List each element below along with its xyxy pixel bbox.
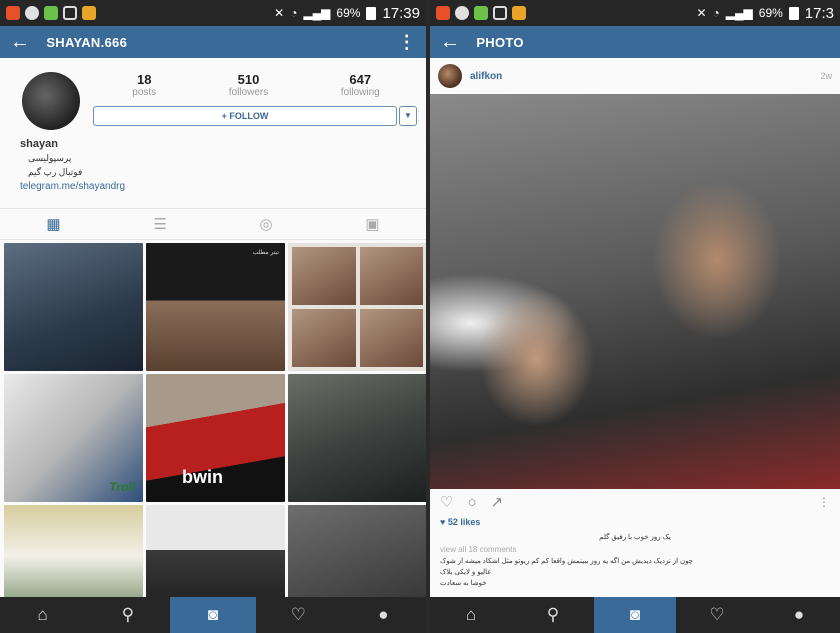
tagged-photos-icon[interactable]: ▣ — [365, 215, 379, 233]
stat-label: posts — [132, 87, 157, 98]
grid-photo[interactable] — [288, 243, 426, 371]
post-photo[interactable] — [430, 94, 840, 489]
stat-followers[interactable]: 510 followers — [229, 72, 268, 98]
nav-home-icon[interactable]: ⌂ — [0, 597, 85, 633]
post-timestamp: 2w — [820, 71, 832, 81]
share-icon[interactable]: ↗ — [491, 493, 504, 511]
grid-view-icon[interactable]: ▦ — [46, 215, 60, 233]
profile-username-title: SHAYAN.666 — [46, 34, 128, 50]
view-all-comments-link[interactable]: view all 18 comments — [430, 545, 840, 554]
signal-icon: ▂▄▆ — [725, 6, 753, 20]
stat-posts[interactable]: 18 posts — [132, 72, 156, 98]
grid-photo-overlay-text: تیتر مطلب — [252, 250, 279, 256]
location-icon[interactable]: ◎ — [260, 215, 273, 233]
bio-line: پرسپولیسی — [28, 153, 72, 163]
shop-icon — [82, 6, 96, 20]
signal-icon: ▂▄▆ — [303, 6, 331, 20]
likes-count[interactable]: ♥ 52 likes — [430, 517, 840, 527]
list-view-icon[interactable]: ☰ — [153, 215, 166, 233]
grid-photo[interactable]: bwin — [146, 374, 285, 502]
post-author-avatar[interactable] — [438, 64, 462, 88]
profile-stats: 18 posts 510 followers 647 following — [96, 72, 416, 98]
mute-icon: ✕ — [274, 6, 285, 20]
nav-camera-icon[interactable]: ◙ — [170, 597, 256, 633]
battery-icon — [366, 6, 377, 20]
grid-photo-overlay-text: bwin — [182, 467, 223, 487]
stat-value: 510 — [237, 72, 260, 87]
like-icon[interactable]: ♡ — [440, 493, 453, 511]
status-bar: ✕ ◔ ▂▄▆ 69% 17:39 — [0, 0, 426, 26]
mute-icon: ✕ — [696, 6, 707, 20]
back-arrow-icon[interactable]: ← — [440, 32, 460, 52]
overflow-menu-icon[interactable]: ⋮ — [398, 32, 416, 53]
photo-grid: تیتر مطلب Troll bwin — [0, 240, 426, 633]
comment: چون از نزدیک دیدیش من اگه یه روز ببینمش … — [440, 558, 694, 565]
collage-tile — [292, 309, 356, 367]
shield-icon — [44, 6, 58, 20]
stat-label: followers — [228, 87, 269, 98]
wifi-icon: ◔ — [712, 6, 720, 20]
nav-profile-icon[interactable]: ● — [341, 597, 426, 633]
app-bar: ← PHOTO — [430, 26, 840, 58]
image-icon — [493, 6, 507, 20]
nav-profile-icon[interactable]: ● — [758, 597, 840, 633]
post-header: alifkon 2w — [430, 58, 840, 94]
nav-home-icon[interactable]: ⌂ — [430, 597, 512, 633]
wifi-icon: ◔ — [290, 6, 298, 20]
battery-icon — [788, 6, 799, 20]
bio-line: فوتبال رپ گیم — [28, 167, 83, 177]
image-icon — [63, 6, 77, 20]
battery-text: 69% — [758, 6, 783, 20]
clock: 17:39 — [382, 4, 420, 22]
telegram-icon — [455, 6, 469, 20]
profile-name: shayan — [20, 138, 58, 150]
grid-photo[interactable] — [288, 374, 426, 502]
collage-tile — [292, 247, 356, 305]
shop-icon — [512, 6, 526, 20]
nav-activity-icon[interactable]: ♡ — [676, 597, 758, 633]
collage-tile — [359, 247, 423, 305]
nav-search-icon[interactable]: ⚲ — [85, 597, 170, 633]
app-notification-icon — [436, 6, 450, 20]
follow-button[interactable]: + FOLLOW — [93, 106, 397, 126]
grid-photo-overlay-text: Troll — [109, 480, 135, 494]
collage-tile — [359, 309, 423, 367]
stat-value: 18 — [137, 72, 152, 87]
telegram-icon — [25, 6, 39, 20]
profile-header: 18 posts 510 followers 647 following + F… — [0, 58, 426, 208]
post-author-username[interactable]: alifkon — [470, 71, 502, 82]
stat-label: following — [340, 87, 380, 98]
comment: عالیو و لایکی بلاک — [440, 569, 492, 576]
back-arrow-icon[interactable]: ← — [10, 32, 30, 52]
more-options-icon[interactable]: ⋮ — [818, 495, 830, 509]
app-notification-icon — [6, 6, 20, 20]
screen-title: PHOTO — [476, 34, 524, 50]
status-bar: ✕ ◔ ▂▄▆ 69% 17:3 — [430, 0, 840, 26]
nav-activity-icon[interactable]: ♡ — [256, 597, 341, 633]
bottom-navigation: ⌂ ⚲ ◙ ♡ ● — [430, 597, 840, 633]
avatar[interactable] — [22, 72, 80, 130]
grid-photo[interactable] — [4, 243, 143, 371]
profile-bio: shayan پرسپولیسی فوتبال رپ گیم telegram.… — [20, 138, 125, 192]
post-actions: ♡ ○ ↗ ⋮ — [430, 489, 840, 515]
clock: 17:3 — [804, 4, 834, 22]
app-bar: ← SHAYAN.666 ⋮ — [0, 26, 426, 58]
battery-text: 69% — [336, 6, 361, 20]
nav-camera-icon[interactable]: ◙ — [594, 597, 676, 633]
nav-search-icon[interactable]: ⚲ — [512, 597, 594, 633]
stat-value: 647 — [349, 72, 372, 87]
grid-photo[interactable]: تیتر مطلب — [146, 243, 285, 371]
suggested-dropdown-button[interactable]: ▼ — [399, 106, 417, 126]
bio-link[interactable]: telegram.me/shayandrg — [20, 181, 125, 192]
grid-photo[interactable]: Troll — [4, 374, 143, 502]
photo-screen: ✕ ◔ ▂▄▆ 69% 17:3 ← PHOTO alifkon 2w ♡ ○ … — [430, 0, 840, 633]
profile-view-tabs: ▦ ☰ ◎ ▣ — [0, 208, 426, 240]
stat-following[interactable]: 647 following — [341, 72, 380, 98]
profile-screen: ✕ ◔ ▂▄▆ 69% 17:39 ← SHAYAN.666 ⋮ 18 post… — [0, 0, 426, 633]
comment: خوشا به سعادت — [440, 580, 487, 587]
bottom-navigation: ⌂ ⚲ ◙ ♡ ● — [0, 597, 426, 633]
shield-icon — [474, 6, 488, 20]
post-caption: یک روز خوب با رفیق گلم — [599, 534, 671, 541]
comment-icon[interactable]: ○ — [467, 494, 476, 511]
